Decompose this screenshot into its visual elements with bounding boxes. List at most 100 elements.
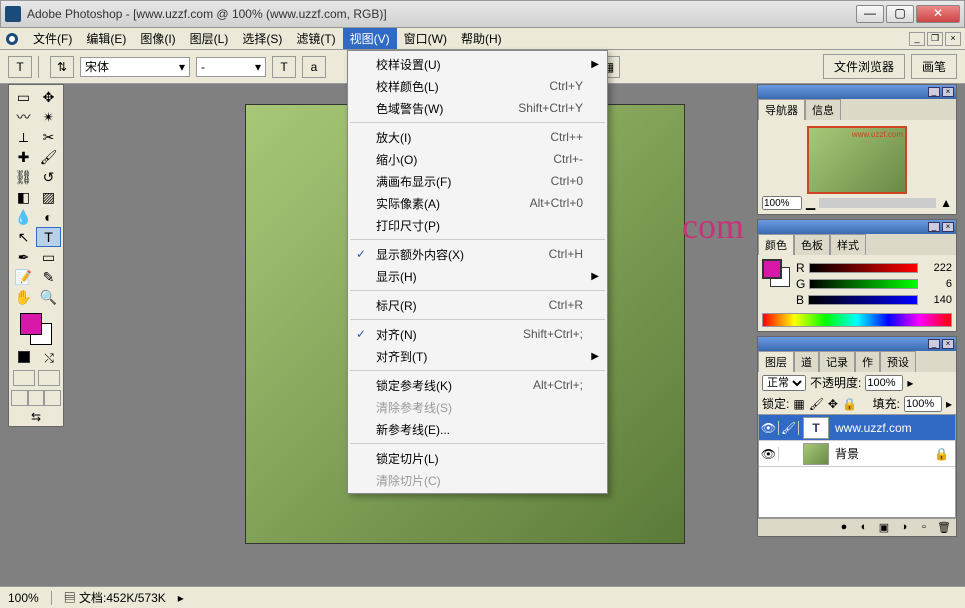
layer-row[interactable]: 👁背景🔒 [759, 441, 955, 467]
menu-4[interactable]: 选择(S) [235, 28, 289, 49]
panel-close-button[interactable]: × [942, 339, 954, 349]
color-picker[interactable] [20, 313, 52, 345]
swap-colors-icon[interactable]: ⤭ [44, 351, 54, 366]
history-tab[interactable]: 记录 [819, 351, 855, 372]
menu-item[interactable]: ✓显示额外内容(X)Ctrl+H [348, 243, 607, 265]
adjustment-layer-button[interactable]: ◑ [896, 521, 912, 535]
menu-item[interactable]: 锁定参考线(K)Alt+Ctrl+; [348, 374, 607, 396]
info-tab[interactable]: 信息 [805, 99, 841, 120]
minimize-button[interactable]: — [856, 5, 884, 23]
lock-paint-icon[interactable]: 🖌 [809, 397, 824, 411]
status-menu-arrow-icon[interactable]: ▸ [178, 591, 184, 605]
color-slider-B[interactable] [808, 295, 918, 305]
screen-standard-button[interactable] [11, 390, 28, 406]
tool-preset-picker[interactable]: T [8, 56, 32, 78]
swatches-tab[interactable]: 色板 [794, 234, 830, 255]
color-panel-swatch[interactable] [762, 259, 790, 287]
delete-layer-button[interactable]: 🗑 [936, 521, 952, 535]
brush-tool[interactable]: 🖌 [36, 147, 61, 167]
panel-close-button[interactable]: × [942, 87, 954, 97]
menu-item[interactable]: 放大(I)Ctrl++ [348, 126, 607, 148]
menu-1[interactable]: 编辑(E) [79, 28, 133, 49]
color-tab[interactable]: 颜色 [758, 234, 794, 255]
notes-tool[interactable]: 📝 [11, 267, 36, 287]
zoom-out-icon[interactable]: ▁ [806, 196, 815, 210]
marquee-tool[interactable]: ▭ [11, 87, 36, 107]
lock-all-icon[interactable]: 🔒 [842, 397, 857, 411]
eyedropper-tool[interactable]: ✎ [36, 267, 61, 287]
layer-set-button[interactable]: ▣ [876, 521, 892, 535]
pen-tool[interactable]: ✒ [11, 247, 36, 267]
panel-minimize-button[interactable]: _ [928, 339, 940, 349]
imageready-jump-button[interactable]: ⇆ [11, 410, 61, 424]
menu-3[interactable]: 图层(L) [183, 28, 236, 49]
menu-item[interactable]: 锁定切片(L) [348, 447, 607, 469]
heal-tool[interactable]: ✚ [11, 147, 36, 167]
lasso-tool[interactable]: 〰 [11, 107, 36, 127]
history-brush-tool[interactable]: ↺ [36, 167, 61, 187]
dodge-tool[interactable]: ◐ [36, 207, 61, 227]
zoom-tool[interactable]: 🔍 [36, 287, 61, 307]
new-layer-button[interactable]: ▫ [916, 521, 932, 535]
menu-item[interactable]: 缩小(O)Ctrl+- [348, 148, 607, 170]
slice-tool[interactable]: ✂ [36, 127, 61, 147]
default-colors-button[interactable] [18, 351, 30, 363]
font-family-field[interactable]: 宋体▾ [80, 57, 190, 77]
wand-tool[interactable]: ✴ [36, 107, 61, 127]
screen-full-menu-button[interactable] [28, 390, 45, 406]
blend-mode-select[interactable]: 正常 [762, 375, 806, 391]
antialiasing-button[interactable]: a [302, 56, 326, 78]
maximize-button[interactable]: ▢ [886, 5, 914, 23]
hand-tool[interactable]: ✋ [11, 287, 36, 307]
styles-tab[interactable]: 样式 [830, 234, 866, 255]
shape-tool[interactable]: ▭ [36, 247, 61, 267]
menu-7[interactable]: 窗口(W) [397, 28, 454, 49]
move-tool[interactable]: ✥ [36, 87, 61, 107]
opacity-field[interactable] [865, 375, 903, 391]
menu-item[interactable]: 显示(H)▶ [348, 265, 607, 287]
color-slider-R[interactable] [809, 263, 918, 273]
menu-6[interactable]: 视图(V) [343, 28, 397, 49]
navigator-zoom-slider[interactable] [819, 198, 936, 208]
menu-item[interactable]: 对齐到(T)▶ [348, 345, 607, 367]
standard-mode-button[interactable] [13, 370, 35, 386]
close-button[interactable]: ✕ [916, 5, 960, 23]
panel-close-button[interactable]: × [942, 222, 954, 232]
menu-item[interactable]: ✓对齐(N)Shift+Ctrl+; [348, 323, 607, 345]
blur-tool[interactable]: 💧 [11, 207, 36, 227]
menu-0[interactable]: 文件(F) [26, 28, 79, 49]
menu-8[interactable]: 帮助(H) [454, 28, 509, 49]
navigator-tab[interactable]: 导航器 [758, 99, 805, 120]
menu-item[interactable]: 满画布显示(F)Ctrl+0 [348, 170, 607, 192]
doc-restore-button[interactable]: ❐ [927, 32, 943, 46]
eraser-tool[interactable]: ◧ [11, 187, 36, 207]
color-spectrum[interactable] [762, 313, 952, 327]
panel-minimize-button[interactable]: _ [928, 222, 940, 232]
layers-tab[interactable]: 图层 [758, 351, 794, 372]
zoom-in-icon[interactable]: ▲ [940, 196, 952, 210]
text-orientation-button[interactable]: ⇅ [50, 56, 74, 78]
menu-item[interactable]: 新参考线(E)... [348, 418, 607, 440]
menu-item[interactable]: 标尺(R)Ctrl+R [348, 294, 607, 316]
font-style-field[interactable]: -▾ [196, 57, 266, 77]
lock-position-icon[interactable]: ✥ [828, 397, 838, 411]
presets-tab[interactable]: 预设 [880, 351, 916, 372]
doc-minimize-button[interactable]: _ [909, 32, 925, 46]
visibility-toggle[interactable]: 👁 [759, 447, 779, 461]
status-zoom[interactable]: 100% [8, 591, 52, 605]
navigator-zoom-field[interactable] [762, 196, 802, 210]
menu-item[interactable]: 校样设置(U)▶ [348, 53, 607, 75]
crop-tool[interactable]: ⟂ [11, 127, 36, 147]
layer-mask-button[interactable]: ◐ [856, 521, 872, 535]
stamp-tool[interactable]: ⛓ [11, 167, 36, 187]
panel-minimize-button[interactable]: _ [928, 87, 940, 97]
layer-style-button[interactable]: ● [836, 521, 852, 535]
path-tool[interactable]: ↖ [11, 227, 36, 247]
menu-5[interactable]: 滤镜(T) [289, 28, 342, 49]
quickmask-mode-button[interactable] [38, 370, 60, 386]
lock-transparent-icon[interactable]: ▦ [793, 397, 804, 411]
navigator-preview[interactable]: www.uzzf.com [807, 126, 907, 194]
menu-item[interactable]: 校样颜色(L)Ctrl+Y [348, 75, 607, 97]
type-tool[interactable]: T [36, 227, 61, 247]
menu-item[interactable]: 打印尺寸(P) [348, 214, 607, 236]
